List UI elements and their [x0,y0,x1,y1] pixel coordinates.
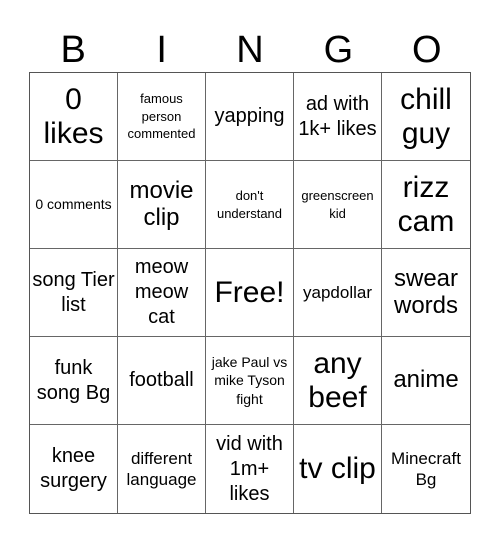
header-letter-b: B [60,29,86,71]
bingo-cell[interactable]: knee surgery [30,425,118,513]
header-letter-o: O [412,29,442,71]
bingo-cell[interactable]: famous person commented [118,73,206,161]
header-letter-n: N [236,29,264,71]
bingo-cell[interactable]: chill guy [382,73,470,161]
bingo-cell[interactable]: jake Paul vs mike Tyson fight [206,337,294,425]
bingo-cell[interactable]: swear words [382,249,470,337]
bingo-cell[interactable]: different language [118,425,206,513]
bingo-cell[interactable]: movie clip [118,161,206,249]
bingo-cell[interactable]: ad with 1k+ likes [294,73,382,161]
header-letter-g: G [323,29,354,71]
bingo-cell[interactable]: 0 likes [30,73,118,161]
free-space-cell[interactable]: Free! [206,249,294,337]
bingo-grid: 0 likes famous person commented yapping … [29,72,471,514]
bingo-cell[interactable]: anime [382,337,470,425]
bingo-cell[interactable]: don't understand [206,161,294,249]
bingo-cell[interactable]: funk song Bg [30,337,118,425]
header-letter-i: I [156,29,167,71]
bingo-cell[interactable]: rizz cam [382,161,470,249]
bingo-cell[interactable]: yapping [206,73,294,161]
bingo-header: B I N G O [29,28,471,72]
bingo-cell[interactable]: tv clip [294,425,382,513]
bingo-cell[interactable]: yapdollar [294,249,382,337]
bingo-cell[interactable]: vid with 1m+ likes [206,425,294,513]
bingo-cell[interactable]: song Tier list [30,249,118,337]
bingo-cell[interactable]: any beef [294,337,382,425]
bingo-cell[interactable]: 0 comments [30,161,118,249]
bingo-cell[interactable]: meow meow cat [118,249,206,337]
bingo-cell[interactable]: football [118,337,206,425]
bingo-cell[interactable]: greenscreen kid [294,161,382,249]
bingo-cell[interactable]: Minecraft Bg [382,425,470,513]
